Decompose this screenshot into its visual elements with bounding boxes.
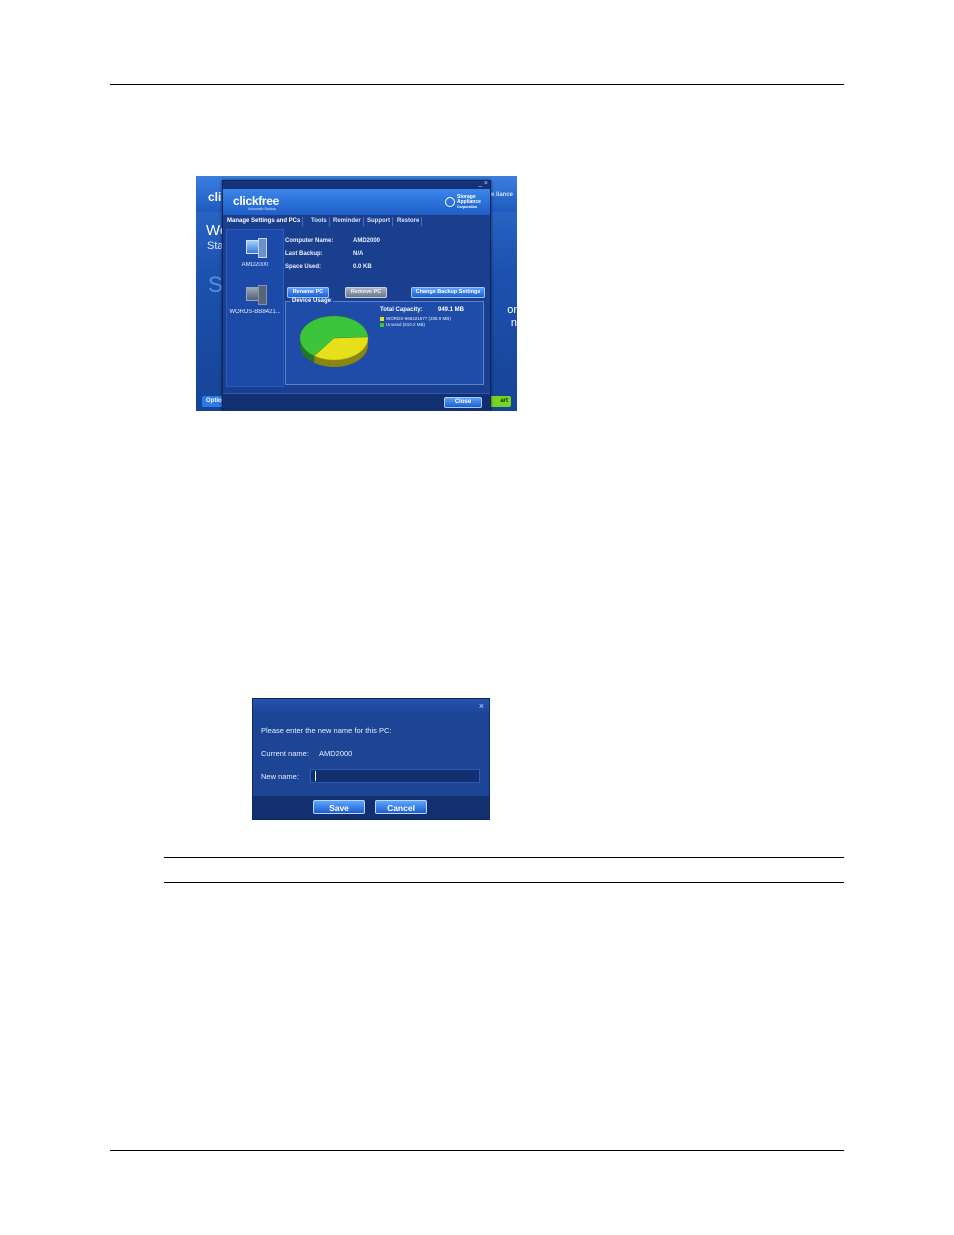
- tab-manage-settings[interactable]: Manage Settings and PCs: [225, 217, 304, 226]
- legend-item: Unused (610.2 MB): [380, 322, 425, 327]
- background-right-text: or n: [507, 304, 517, 330]
- dialog-prompt: Please enter the new name for this PC:: [261, 726, 392, 735]
- tab-support[interactable]: Support: [365, 217, 393, 226]
- tab-restore[interactable]: Restore: [395, 217, 423, 226]
- rename-pc-dialog: × Please enter the new name for this PC:…: [252, 698, 490, 820]
- legend-label: Unused (610.2 MB): [386, 322, 426, 327]
- total-capacity-value: 949.1 MB: [438, 307, 465, 313]
- window-titlebar: _ ×: [223, 180, 490, 189]
- save-button[interactable]: Save: [313, 800, 365, 814]
- clickfree-header: clickfree Automatic Backup Storage Appli…: [223, 189, 490, 215]
- pc-list: AMD2000 WORDS-BB8421...: [226, 229, 284, 387]
- current-name-value: AMD2000: [319, 749, 353, 758]
- usage-pie-svg: [299, 315, 369, 367]
- pc-list-item-label: WORDS-BB8421...: [229, 309, 281, 315]
- legend-swatch: [380, 316, 384, 321]
- tab-bar: Manage Settings and PCs Tools Reminder S…: [223, 216, 490, 226]
- change-backup-settings-button[interactable]: Change Backup Settings: [411, 287, 485, 298]
- last-backup-label: Last Backup:: [285, 251, 323, 257]
- legend-swatch: [380, 322, 384, 327]
- clickfree-screenshot: cli rage liance We Sta S or n Optio art …: [196, 176, 517, 411]
- cancel-button[interactable]: Cancel: [375, 800, 427, 814]
- pc-list-item[interactable]: WORDS-BB8421...: [227, 285, 283, 315]
- current-name-label: Current name:: [261, 749, 309, 758]
- brand-name: Storage Appliance Corporation: [457, 195, 481, 210]
- space-used-value: 0.0 KB: [353, 264, 372, 270]
- clickfree-logo: clickfree: [233, 194, 280, 208]
- brand-line3: Corporation: [457, 205, 478, 209]
- pc-details-panel: Computer Name: AMD2000 Last Backup: N/A …: [285, 229, 485, 385]
- background-right-line1: or: [507, 304, 517, 316]
- background-faded-text: S: [208, 272, 223, 297]
- tab-tools[interactable]: Tools: [309, 217, 330, 226]
- manage-settings-window: _ × clickfree Automatic Backup Storage A…: [222, 180, 491, 411]
- brand-logo-icon: [445, 197, 455, 207]
- window-controls[interactable]: _ ×: [478, 180, 488, 187]
- tab-reminder[interactable]: Reminder: [331, 217, 364, 226]
- dialog-footer: Save Cancel: [253, 796, 489, 819]
- computer-name-label: Computer Name:: [285, 238, 334, 244]
- device-usage-group: Device Usage Total Capacity: 949.1 MB WO…: [285, 298, 484, 385]
- pc-list-item-label: AMD2000: [241, 262, 269, 268]
- window-footer: Close: [223, 393, 490, 411]
- note-rule-bottom: [164, 882, 844, 883]
- last-backup-value: N/A: [353, 251, 364, 257]
- space-used-label: Space Used:: [285, 264, 322, 270]
- clickfree-tagline: Automatic Backup: [248, 207, 277, 211]
- pc-list-item[interactable]: AMD2000: [227, 238, 283, 268]
- background-right-line2: n: [510, 317, 517, 329]
- header-rule: [110, 84, 844, 85]
- new-name-input[interactable]: [310, 769, 480, 783]
- background-logo: cli: [208, 190, 222, 204]
- computer-icon: [244, 238, 267, 258]
- legend-item: WORDS-668421577 (338.9 MB): [380, 316, 451, 321]
- usage-pie-chart: [298, 310, 372, 379]
- total-capacity-label: Total Capacity:: [380, 307, 423, 313]
- remove-pc-button[interactable]: Remove PC: [345, 287, 387, 298]
- device-usage-title: Device Usage: [290, 298, 334, 304]
- close-button[interactable]: Close: [444, 397, 482, 408]
- computer-icon: [244, 285, 267, 305]
- note-rule-top: [164, 857, 844, 858]
- close-icon[interactable]: ×: [479, 701, 484, 711]
- legend-label: WORDS-668421577 (338.9 MB): [386, 316, 451, 321]
- dialog-titlebar: ×: [253, 699, 489, 715]
- computer-name-value: AMD2000: [353, 238, 381, 244]
- new-name-label: New name:: [261, 772, 299, 781]
- footer-rule: [110, 1150, 844, 1151]
- rename-pc-button[interactable]: Rename PC: [287, 287, 329, 298]
- text-caret: [315, 771, 316, 781]
